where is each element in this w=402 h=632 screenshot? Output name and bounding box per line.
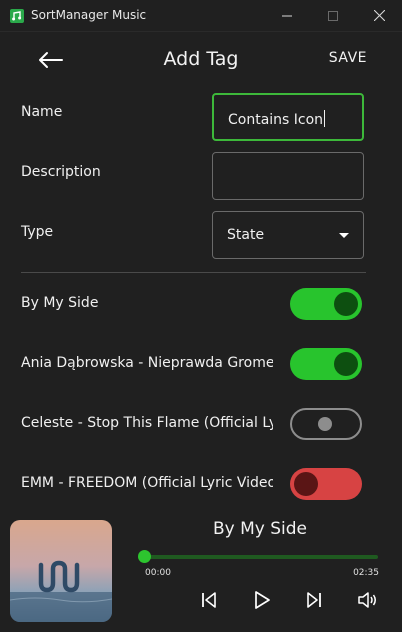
minimize-button[interactable]	[264, 0, 310, 31]
description-label: Description	[21, 164, 101, 180]
song-toggle[interactable]	[290, 468, 362, 500]
maximize-icon	[328, 10, 338, 21]
name-label: Name	[21, 104, 63, 120]
app-icon	[10, 9, 24, 23]
name-field-text: Contains Icon	[228, 110, 326, 128]
type-label: Type	[21, 224, 54, 240]
album-art	[10, 520, 112, 622]
song-title: Ania Dąbrowska - Nieprawda Gromee Remix	[21, 355, 273, 371]
maximize-button[interactable]	[310, 0, 356, 31]
song-row: Celeste - Stop This Flame (Official Lyri…	[0, 405, 402, 445]
minimize-icon	[282, 15, 292, 16]
seek-bar[interactable]	[144, 555, 378, 559]
name-field[interactable]: Contains Icon	[212, 93, 364, 141]
type-dropdown[interactable]: State	[212, 211, 364, 259]
now-playing-title: By My Side	[212, 519, 308, 539]
duration: 02:35	[353, 568, 379, 578]
player-bar: By My Side 00:00 02:35	[0, 513, 402, 632]
close-icon	[373, 10, 385, 21]
seek-thumb[interactable]	[138, 550, 151, 563]
skip-next-icon[interactable]	[303, 589, 325, 611]
song-title: By My Side	[21, 295, 99, 311]
text-caret	[324, 110, 326, 127]
app-bar: Add Tag SAVE	[0, 32, 402, 88]
song-row: Ania Dąbrowska - Nieprawda Gromee Remix	[0, 345, 402, 385]
song-title: EMM - FREEDOM (Official Lyric Video)	[21, 475, 273, 491]
divider	[21, 272, 366, 273]
save-button[interactable]: SAVE	[329, 50, 367, 66]
volume-icon[interactable]	[356, 589, 378, 611]
skip-previous-icon[interactable]	[198, 589, 220, 611]
toggle-knob	[318, 417, 332, 431]
window-title: SortManager Music	[31, 8, 147, 22]
song-row: EMM - FREEDOM (Official Lyric Video)	[0, 465, 402, 505]
description-field[interactable]	[212, 152, 364, 200]
window-titlebar: SortManager Music	[0, 0, 402, 32]
toggle-knob	[294, 472, 318, 496]
chevron-down-icon	[339, 233, 349, 238]
name-field-value: Contains Icon	[228, 112, 324, 128]
song-toggle[interactable]	[290, 408, 362, 440]
current-time: 00:00	[145, 568, 171, 578]
song-row: By My Side	[0, 285, 402, 325]
play-icon[interactable]	[251, 589, 273, 611]
close-button[interactable]	[356, 0, 402, 31]
toggle-knob	[334, 352, 358, 376]
song-toggle[interactable]	[290, 348, 362, 380]
toggle-knob	[334, 292, 358, 316]
song-toggle[interactable]	[290, 288, 362, 320]
type-dropdown-value: State	[227, 227, 265, 243]
song-title: Celeste - Stop This Flame (Official Lyri…	[21, 415, 273, 431]
